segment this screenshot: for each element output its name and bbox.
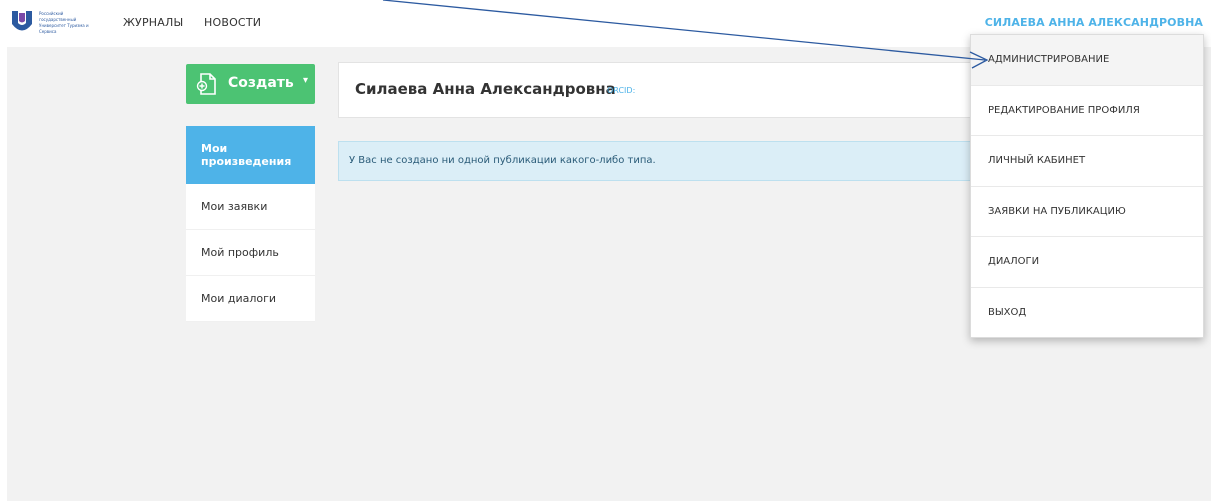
menu-item-personal-account[interactable]: ЛИЧНЫЙ КАБИНЕТ <box>971 136 1203 187</box>
profile-name: Силаева Анна Александровна <box>355 80 616 98</box>
profile-card: Силаева Анна Александровна ORCID: <box>338 62 978 118</box>
document-plus-icon <box>196 73 216 95</box>
chevron-down-icon: ▾ <box>303 75 309 86</box>
info-alert: У Вас не создано ни одной публикации как… <box>338 141 978 181</box>
menu-item-logout[interactable]: ВЫХОД <box>971 288 1203 339</box>
sidebar-item-my-requests[interactable]: Мои заявки <box>186 184 315 230</box>
sidebar-item-label: Мои диалоги <box>201 292 277 305</box>
sidebar-item-my-profile[interactable]: Мой профиль <box>186 230 315 276</box>
menu-item-edit-profile[interactable]: РЕДАКТИРОВАНИЕ ПРОФИЛЯ <box>971 86 1203 136</box>
sidebar-menu: Мои произведения Мои заявки Мой профиль … <box>186 126 315 322</box>
sidebar-item-label: Мои заявки <box>201 200 268 213</box>
nav-news[interactable]: НОВОСТИ <box>204 16 261 29</box>
create-button[interactable]: Создать ▾ <box>186 64 315 104</box>
orcid-link[interactable]: ORCID: <box>607 86 635 95</box>
create-button-label: Создать <box>228 75 294 91</box>
info-alert-text: У Вас не создано ни одной публикации как… <box>349 155 656 166</box>
logo-emblem-icon <box>10 9 34 35</box>
sidebar-item-my-dialogs[interactable]: Мои диалоги <box>186 276 315 322</box>
university-logo[interactable]: Российский государственный Университет Т… <box>10 9 100 39</box>
menu-item-dialogs[interactable]: ДИАЛОГИ <box>971 237 1203 288</box>
user-dropdown-menu: АДМИНИСТРИРОВАНИЕ РЕДАКТИРОВАНИЕ ПРОФИЛЯ… <box>970 34 1204 338</box>
user-menu-toggle[interactable]: СИЛАЕВА АННА АЛЕКСАНДРОВНА <box>985 16 1203 29</box>
menu-item-publication-requests[interactable]: ЗАЯВКИ НА ПУБЛИКАЦИЮ <box>971 187 1203 237</box>
sidebar-item-label: Мои произведения <box>201 142 292 168</box>
nav-journals[interactable]: ЖУРНАЛЫ <box>123 16 183 29</box>
sidebar-item-label: Мой профиль <box>201 246 279 259</box>
menu-item-administration[interactable]: АДМИНИСТРИРОВАНИЕ <box>971 35 1203 86</box>
logo-text: Российский государственный Университет Т… <box>39 11 89 34</box>
sidebar-item-my-works[interactable]: Мои произведения <box>186 126 315 184</box>
